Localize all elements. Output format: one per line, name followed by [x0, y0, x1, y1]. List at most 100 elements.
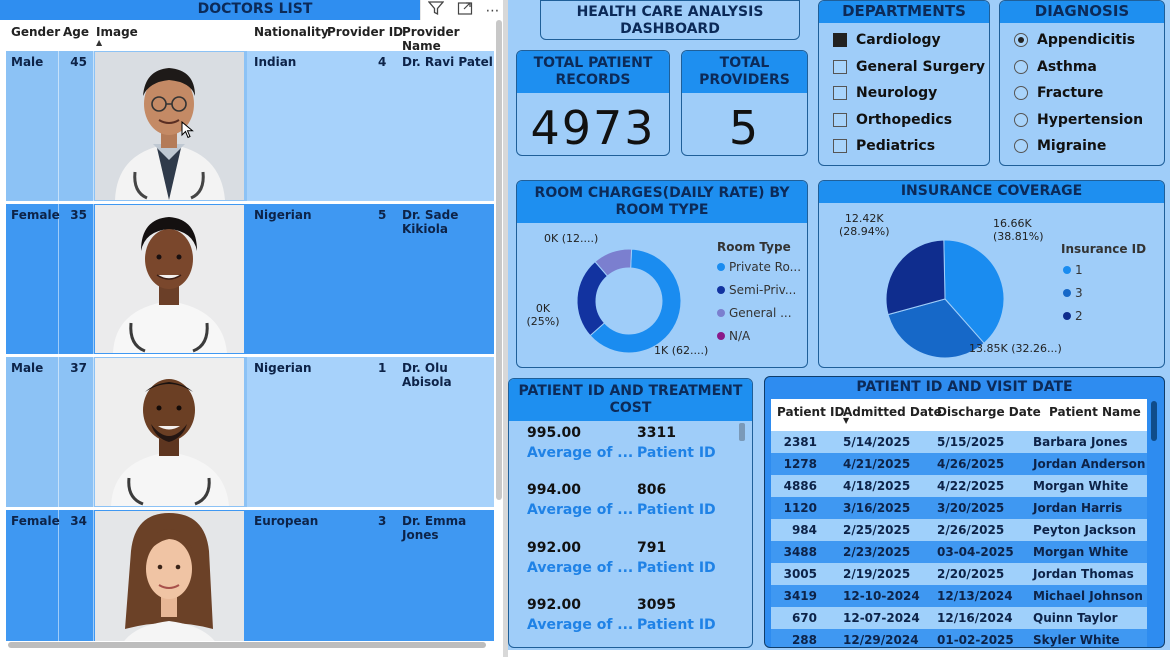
- cell-patient-id: 3005: [783, 567, 817, 581]
- kpi-card-patient-records[interactable]: TOTAL PATIENT RECORDS 4973: [516, 50, 670, 156]
- chart-title: INSURANCE COVERAGE: [819, 181, 1164, 203]
- cell-admitted-date: 2/19/2025: [843, 567, 911, 581]
- radio-icon[interactable]: [1014, 59, 1028, 74]
- radio-icon[interactable]: [1014, 86, 1028, 101]
- slicer-item-orthopedics[interactable]: Orthopedics: [833, 107, 985, 134]
- filter-icon[interactable]: [427, 0, 444, 22]
- legend-title: Room Type: [717, 240, 791, 254]
- legend-item[interactable]: N/A: [717, 329, 750, 343]
- cell-gender: Male: [11, 55, 44, 69]
- patient-id-label: Patient ID: [637, 502, 716, 518]
- table-title: PATIENT ID AND VISIT DATE: [856, 379, 1073, 395]
- slicer-item-migraine[interactable]: Migraine: [1014, 133, 1143, 160]
- slicer-item-fracture[interactable]: Fracture: [1014, 80, 1143, 107]
- checkbox-icon[interactable]: [833, 112, 847, 127]
- room-charges-chart[interactable]: ROOM CHARGES(DAILY RATE) BY ROOM TYPE 0K…: [516, 180, 808, 368]
- column-header-provider-id[interactable]: Provider ID: [327, 25, 403, 39]
- slicer-item-label: General Surgery: [856, 58, 985, 75]
- slicer-item-appendicitis[interactable]: Appendicitis: [1014, 27, 1143, 54]
- pie-slice-semi-priv[interactable]: [576, 260, 609, 337]
- checkbox-checked-icon[interactable]: [833, 33, 847, 48]
- card-scrollbar[interactable]: [739, 423, 745, 441]
- table-row[interactable]: 670 12-07-2024 12/16/2024 Quinn Taylor: [771, 607, 1147, 629]
- data-label: 16.66K (38.81%): [993, 217, 1044, 243]
- horizontal-scrollbar[interactable]: [8, 642, 486, 648]
- legend-dot: [1063, 266, 1071, 274]
- legend-item[interactable]: 1: [1063, 263, 1083, 277]
- cell-discharge-date: 2/20/2025: [937, 567, 1005, 581]
- data-label: 12.42K (28.94%): [839, 212, 890, 238]
- checkbox-icon[interactable]: [833, 139, 847, 154]
- legend-item[interactable]: 2: [1063, 309, 1083, 323]
- list-item: 992.00 791 Average of ... Patient ID: [527, 540, 737, 584]
- radio-icon[interactable]: [1014, 112, 1028, 127]
- slicer-item-neurology[interactable]: Neurology: [833, 80, 985, 107]
- column-header-patient-name[interactable]: Patient Name: [1049, 405, 1141, 419]
- list-item: 992.00 3095 Average of ... Patient ID: [527, 597, 737, 641]
- checkbox-icon[interactable]: [833, 86, 847, 101]
- cell-discharge-date: 5/15/2025: [937, 435, 1005, 449]
- table-row[interactable]: 1278 4/21/2025 4/26/2025 Jordan Anderson: [771, 453, 1147, 475]
- cell-discharge-date: 03-04-2025: [937, 545, 1014, 559]
- slicer-item-hypertension[interactable]: Hypertension: [1014, 107, 1143, 134]
- radio-selected-icon[interactable]: [1014, 33, 1028, 48]
- patient-id-value: 3311: [637, 425, 676, 441]
- table-row[interactable]: 2381 5/14/2025 5/15/2025 Barbara Jones: [771, 431, 1147, 453]
- table-row[interactable]: Female 34 European 3 Dr. Emma Jones: [6, 510, 494, 641]
- checkbox-icon[interactable]: [833, 59, 847, 74]
- vertical-scrollbar[interactable]: [496, 20, 502, 500]
- visit-date-table: Patient ID Admitted Date ▼ Discharge Date…: [771, 399, 1147, 647]
- doctor-photo-female: [95, 205, 244, 353]
- cell-patient-id: 3419: [783, 589, 817, 603]
- legend-item[interactable]: Semi-Priv...: [717, 283, 796, 297]
- slicer-item-label: Fracture: [1037, 85, 1104, 102]
- column-header-nationality[interactable]: Nationality: [254, 25, 329, 39]
- cost-value: 992.00: [527, 597, 582, 613]
- departments-slicer: DEPARTMENTS Cardiology General Surgery N…: [818, 0, 990, 166]
- column-header-age[interactable]: Age: [63, 25, 89, 39]
- table-row[interactable]: 3419 12-10-2024 12/13/2024 Michael Johnson: [771, 585, 1147, 607]
- radio-icon[interactable]: [1014, 139, 1028, 154]
- table-row[interactable]: 4886 4/18/2025 4/22/2025 Morgan White: [771, 475, 1147, 497]
- cost-value: 992.00: [527, 540, 582, 556]
- column-header-image[interactable]: Image ▲: [96, 25, 138, 47]
- kpi-card-providers[interactable]: TOTAL PROVIDERS 5: [681, 50, 808, 156]
- table-row[interactable]: 3005 2/19/2025 2/20/2025 Jordan Thomas: [771, 563, 1147, 585]
- column-header-patient-id[interactable]: Patient ID: [777, 405, 844, 419]
- cost-label: Average of ...: [527, 502, 634, 518]
- table-row[interactable]: 1120 3/16/2025 3/20/2025 Jordan Harris: [771, 497, 1147, 519]
- legend-item[interactable]: Private Ro...: [717, 260, 801, 274]
- cell-provider-id: 4: [378, 55, 387, 69]
- table-row[interactable]: 3488 2/23/2025 03-04-2025 Morgan White: [771, 541, 1147, 563]
- focus-mode-icon[interactable]: [457, 0, 473, 22]
- slicer-item-label: Appendicitis: [1037, 32, 1136, 49]
- table-row[interactable]: Male 37 Nigerian 1 Dr. Olu Abisola: [6, 357, 494, 507]
- slicer-item-label: Cardiology: [856, 32, 941, 49]
- treatment-cost-card[interactable]: PATIENT ID AND TREATMENT COST 995.00 331…: [508, 378, 753, 648]
- slicer-item-asthma[interactable]: Asthma: [1014, 54, 1143, 81]
- cell-patient-name: Morgan White: [1033, 479, 1129, 493]
- legend-dot: [1063, 289, 1071, 297]
- cell-patient-id: 2381: [783, 435, 817, 449]
- column-header-image-label: Image: [96, 25, 138, 39]
- table-row[interactable]: 984 2/25/2025 2/26/2025 Peyton Jackson: [771, 519, 1147, 541]
- slicer-item-pediatrics[interactable]: Pediatrics: [833, 133, 985, 160]
- kpi-value: 4973: [530, 101, 656, 155]
- more-options-icon[interactable]: ⋯: [486, 1, 500, 21]
- legend-item[interactable]: 3: [1063, 286, 1083, 300]
- cell-patient-name: Skyler White: [1033, 633, 1120, 647]
- legend-item[interactable]: General ...: [717, 306, 792, 320]
- cell-patient-name: Quinn Taylor: [1033, 611, 1118, 625]
- column-header-admitted-date[interactable]: Admitted Date ▼: [843, 405, 942, 425]
- insurance-coverage-chart[interactable]: INSURANCE COVERAGE 12.42K (28.94%) 16.66K…: [818, 180, 1165, 368]
- table-row[interactable]: Male 45 Indian 4 Dr. Ravi Patel: [6, 51, 494, 201]
- slicer-item-general-surgery[interactable]: General Surgery: [833, 54, 985, 81]
- column-header-provider-name[interactable]: Provider Name: [402, 25, 494, 53]
- table-scrollbar[interactable]: [1151, 401, 1157, 441]
- slicer-item-cardiology[interactable]: Cardiology: [833, 27, 985, 54]
- table-row[interactable]: 288 12/29/2024 01-02-2025 Skyler White: [771, 629, 1147, 647]
- column-header-gender[interactable]: Gender: [11, 25, 60, 39]
- cell-patient-name: Jordan Thomas: [1033, 567, 1134, 581]
- table-row[interactable]: Female 35 Nigerian 5 Dr. Sade Kikiola: [6, 204, 494, 354]
- column-header-discharge-date[interactable]: Discharge Date: [937, 405, 1041, 419]
